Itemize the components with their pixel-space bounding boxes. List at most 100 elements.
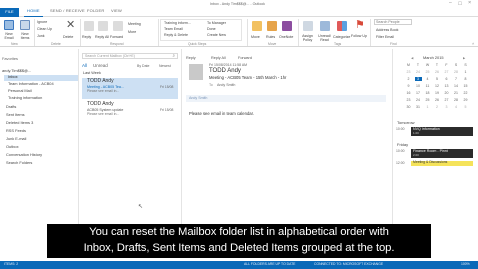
quick-step-create-new[interactable]: Create New xyxy=(207,33,226,37)
calendar-day[interactable]: 28 xyxy=(453,98,460,102)
calendar-day[interactable]: 1 xyxy=(424,105,431,109)
folder-item[interactable]: Conversation History xyxy=(6,152,42,157)
calendar-day[interactable]: 9 xyxy=(405,84,412,88)
onenote-button[interactable]: OneNote xyxy=(279,35,293,39)
calendar-day[interactable]: 8 xyxy=(462,77,469,81)
folder-item[interactable]: Drafts xyxy=(6,104,16,109)
new-items-button[interactable]: New Items xyxy=(17,32,33,40)
reply-icon[interactable] xyxy=(84,21,94,31)
calendar-day[interactable]: 13 xyxy=(443,84,450,88)
tab-folder[interactable]: FOLDER xyxy=(84,8,107,17)
quick-step-reply-delete[interactable]: Reply & Delete xyxy=(164,33,188,37)
assign-policy-button[interactable]: Assign Policy xyxy=(299,34,316,42)
quick-step-team-email[interactable]: Team Email xyxy=(164,27,183,31)
meeting-button[interactable]: Meeting xyxy=(128,22,141,26)
tab-send-receive[interactable]: SEND / RECEIVE xyxy=(47,8,88,17)
folder-item[interactable]: Search Folders xyxy=(6,160,32,165)
calendar-day[interactable]: 6 xyxy=(443,77,450,81)
calendar-day[interactable]: 25 xyxy=(424,70,431,74)
appointment-card[interactable]: Finance Room - Pinnt 2.00 xyxy=(411,149,473,158)
filter-unread[interactable]: Unread xyxy=(93,63,108,68)
clean-up-button[interactable]: Clean Up xyxy=(37,27,52,31)
appointment-card[interactable]: Meeting & Discussions xyxy=(411,160,473,166)
list-item[interactable]: TODD Andy Meeting - ACB05 Tea... Please … xyxy=(82,78,178,99)
delete-button[interactable]: Delete xyxy=(63,35,73,39)
junk-button[interactable]: Junk xyxy=(37,34,45,38)
collapse-ribbon-icon[interactable]: ˄ xyxy=(472,41,474,47)
calendar-day[interactable]: 4 xyxy=(424,77,431,81)
tab-file[interactable]: FILE xyxy=(0,8,19,17)
calendar-day[interactable]: 7 xyxy=(453,77,460,81)
onenote-icon[interactable] xyxy=(282,21,292,31)
reply-all-button[interactable]: Reply All xyxy=(95,35,109,39)
flag-icon[interactable]: ⚑ xyxy=(355,20,365,31)
calendar-day[interactable]: 2 xyxy=(434,105,441,109)
close-icon[interactable]: × xyxy=(468,0,471,6)
quick-step-to-manager[interactable]: To Manager xyxy=(207,21,226,25)
folder-item[interactable]: Junk E-mail xyxy=(6,136,26,141)
new-email-button[interactable]: New Email xyxy=(1,32,17,40)
calendar-day[interactable]: 4 xyxy=(453,105,460,109)
calendar-day[interactable]: 5 xyxy=(434,77,441,81)
categorize-button[interactable]: Categorize xyxy=(333,35,350,39)
calendar-day[interactable]: 28 xyxy=(453,70,460,74)
reading-forward-button[interactable]: Forward xyxy=(238,56,252,60)
calendar-day[interactable]: 23 xyxy=(405,98,412,102)
reading-reply-all-button[interactable]: Reply All xyxy=(211,56,226,60)
folder-item[interactable]: Training information xyxy=(8,95,42,100)
search-people-input[interactable]: Search People xyxy=(374,19,412,25)
zoom-level[interactable]: 100% xyxy=(461,262,470,267)
ignore-button[interactable]: Ignore xyxy=(37,20,47,24)
delete-icon[interactable]: ✕ xyxy=(66,20,75,31)
calendar-day[interactable]: 27 xyxy=(443,70,450,74)
calendar-day[interactable]: 27 xyxy=(443,98,450,102)
appointment-card[interactable]: NVQ Information 1.00 xyxy=(411,127,473,136)
favorites-header[interactable]: Favorites xyxy=(2,56,18,61)
folder-item[interactable]: Outbox xyxy=(6,144,19,149)
calendar-day[interactable]: 2 xyxy=(405,77,412,81)
more-button[interactable]: More xyxy=(128,30,136,34)
minimize-icon[interactable]: – xyxy=(449,0,452,7)
maximize-icon[interactable]: ☐ xyxy=(458,1,462,6)
calendar-day[interactable]: 5 xyxy=(462,105,469,109)
calendar-day[interactable]: 11 xyxy=(424,84,431,88)
next-month-icon[interactable]: ▶ xyxy=(463,56,465,60)
rules-icon[interactable] xyxy=(267,21,277,31)
calendar-day[interactable]: 29 xyxy=(462,98,469,102)
calendar-day[interactable]: 18 xyxy=(424,91,431,95)
unread-read-button[interactable]: Unread/ Read xyxy=(316,34,333,42)
calendar-day[interactable]: 14 xyxy=(453,84,460,88)
tab-home[interactable]: HOME xyxy=(24,8,43,17)
calendar-day[interactable]: 3 xyxy=(414,77,422,82)
unread-read-icon[interactable] xyxy=(320,21,330,31)
calendar-day[interactable]: 25 xyxy=(424,98,431,102)
calendar-day[interactable]: 16 xyxy=(405,91,412,95)
folder-item[interactable]: RSS Feeds xyxy=(6,128,26,133)
follow-up-button[interactable]: Follow Up xyxy=(351,34,367,38)
calendar-day[interactable]: 12 xyxy=(434,84,441,88)
calendar-day[interactable]: 22 xyxy=(462,91,469,95)
calendar-day[interactable]: 15 xyxy=(462,84,469,88)
calendar-day[interactable]: 10 xyxy=(415,84,422,88)
sort-direction[interactable]: Newest xyxy=(159,64,171,68)
group-header[interactable]: Last Week xyxy=(83,71,101,75)
calendar-day[interactable]: 19 xyxy=(434,91,441,95)
sort-by[interactable]: By Date xyxy=(137,64,149,68)
new-items-icon[interactable] xyxy=(20,20,30,30)
assign-policy-icon[interactable] xyxy=(303,21,313,31)
calendar-day[interactable]: 23 xyxy=(405,70,412,74)
calendar-day[interactable]: 1 xyxy=(462,70,469,74)
folder-item[interactable]: Deleted Items 3 xyxy=(6,120,33,125)
address-book-button[interactable]: Address Book xyxy=(376,28,398,32)
quick-step-done[interactable]: Done xyxy=(207,27,216,31)
calendar-day[interactable]: 24 xyxy=(415,70,422,74)
folder-item[interactable]: Sent Items xyxy=(6,112,25,117)
forward-button[interactable]: Forward xyxy=(110,35,123,39)
reply-all-icon[interactable] xyxy=(98,21,108,31)
move-button[interactable]: Move xyxy=(251,35,260,39)
calendar-day[interactable]: 31 xyxy=(415,105,422,109)
calendar-day[interactable]: 20 xyxy=(443,91,450,95)
folder-item[interactable]: Team Information - ACB04 xyxy=(8,81,54,86)
list-item[interactable]: TODD Andy ACB05 System update Please see… xyxy=(82,101,178,119)
filter-email-button[interactable]: Filter Email xyxy=(376,35,394,39)
